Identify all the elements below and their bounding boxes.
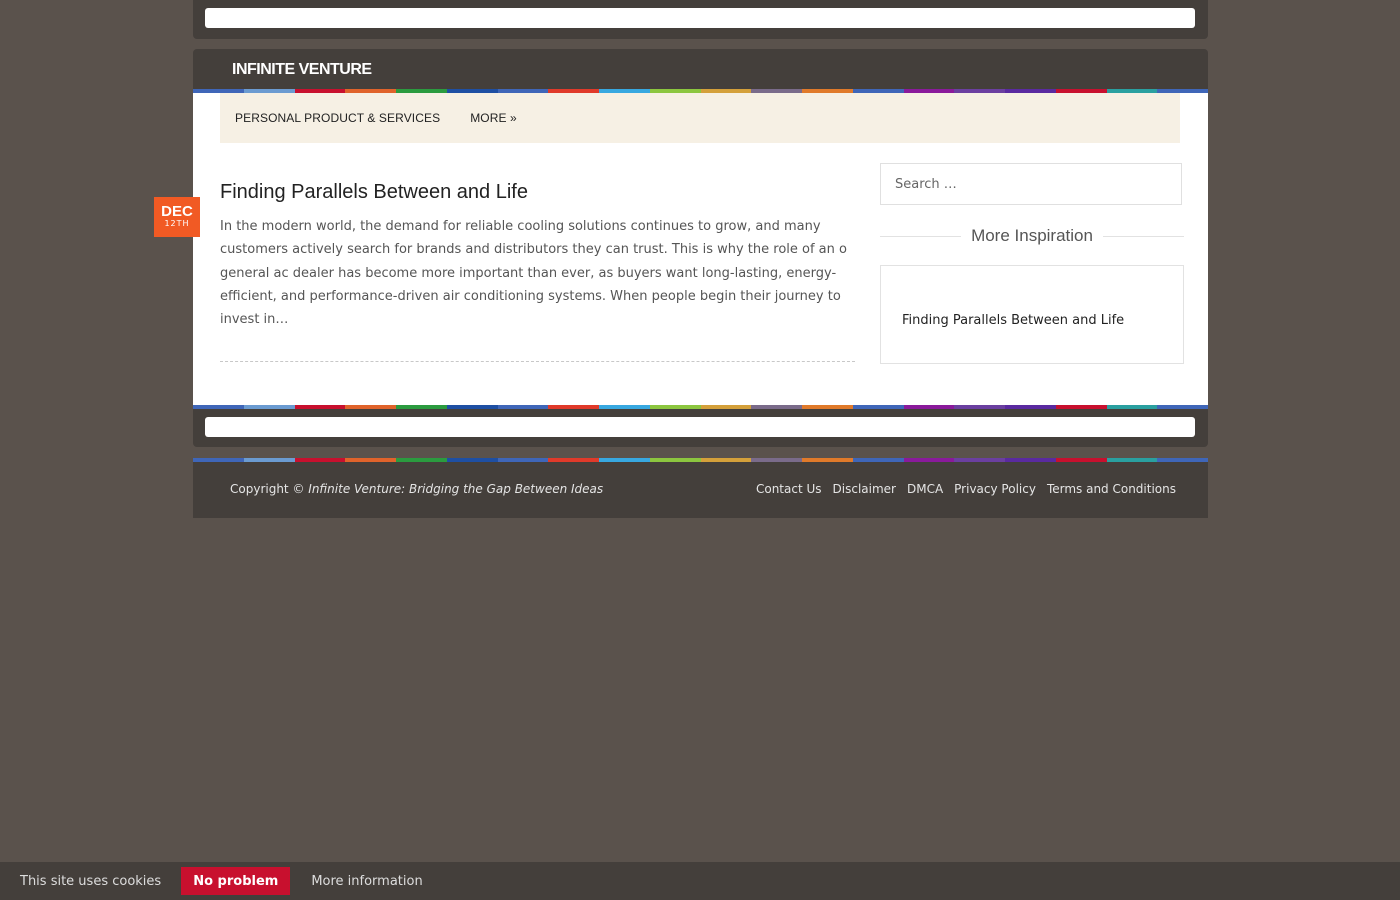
top-ad-bar <box>193 0 1208 39</box>
footer-link-terms[interactable]: Terms and Conditions <box>1047 482 1176 496</box>
site-logo[interactable]: INFINITE VENTURE <box>232 61 372 79</box>
bottom-ad-slot <box>205 417 1195 437</box>
footer-links: Contact Us Disclaimer DMCA Privacy Polic… <box>745 482 1176 496</box>
post-date-badge: DEC 12TH <box>154 197 200 237</box>
post-date-month: DEC <box>161 203 193 220</box>
widget-link-post[interactable]: Finding Parallels Between and Life <box>902 313 1124 328</box>
copyright-prefix: Copyright © <box>230 482 305 496</box>
post-divider <box>220 361 855 362</box>
cookie-message: This site uses cookies <box>20 873 162 889</box>
search-input[interactable] <box>880 163 1182 205</box>
copyright-site-name: Infinite Venture: Bridging the Gap Betwe… <box>308 482 604 496</box>
post-date-day: 12TH <box>164 219 190 228</box>
main-content: PERSONAL PRODUCT & SERVICES MORE » DEC 1… <box>154 93 1208 405</box>
post-excerpt: In the modern world, the demand for reli… <box>220 219 847 328</box>
footer-link-contact-us[interactable]: Contact Us <box>756 482 822 496</box>
widget-title-line-right <box>1102 235 1185 237</box>
site-footer: Copyright © Infinite Venture: Bridging t… <box>193 462 1208 518</box>
widget-title-text: More Inspiration <box>971 226 1093 245</box>
footer-link-dmca[interactable]: DMCA <box>907 482 943 496</box>
top-ad-slot <box>205 8 1195 28</box>
more-inspiration-widget: Finding Parallels Between and Life <box>880 265 1184 364</box>
cookie-accept-button[interactable]: No problem <box>181 867 291 895</box>
copyright: Copyright © Infinite Venture: Bridging t… <box>230 482 603 496</box>
widget-title: More Inspiration <box>880 224 1185 248</box>
footer-link-disclaimer[interactable]: Disclaimer <box>833 482 896 496</box>
site-header: INFINITE VENTURE <box>193 49 1208 93</box>
bottom-ad-bar <box>193 409 1208 447</box>
widget-title-line-left <box>880 235 962 237</box>
footer-link-privacy-policy[interactable]: Privacy Policy <box>954 482 1036 496</box>
cookie-bar: This site uses cookies No problem More i… <box>0 862 1400 900</box>
nav-item-more[interactable]: MORE » <box>470 111 517 125</box>
post-title[interactable]: Finding Parallels Between and Life <box>220 181 528 204</box>
main-nav: PERSONAL PRODUCT & SERVICES MORE » <box>220 93 1180 143</box>
nav-item-personal-product-services[interactable]: PERSONAL PRODUCT & SERVICES <box>235 111 440 125</box>
cookie-more-info-link[interactable]: More information <box>311 874 422 889</box>
